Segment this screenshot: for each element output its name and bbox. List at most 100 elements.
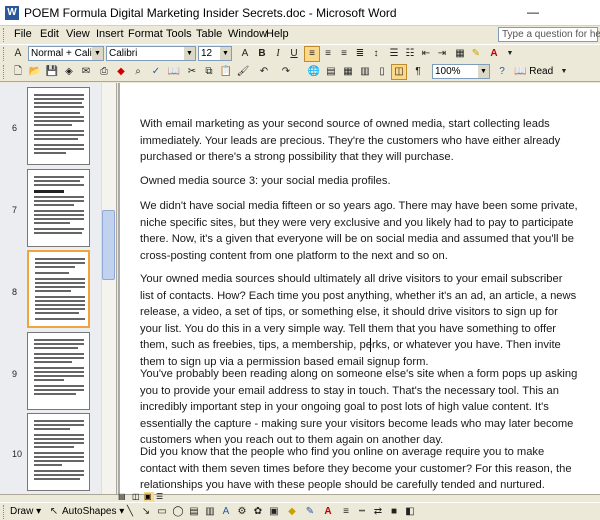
page-thumbnail[interactable]: [27, 169, 90, 247]
increase-font-icon[interactable]: A: [237, 46, 253, 62]
document-area[interactable]: With email marketing as your second sour…: [118, 83, 600, 494]
diagram-icon[interactable]: ⚙: [234, 504, 250, 520]
pdf-icon[interactable]: ◆: [113, 64, 129, 80]
open-folder-icon[interactable]: 📂: [27, 64, 43, 80]
help-icon[interactable]: ?: [494, 64, 510, 80]
decrease-indent-icon[interactable]: ⇤: [418, 46, 434, 62]
italic-button[interactable]: I: [270, 46, 286, 62]
draw-menu-button[interactable]: Draw ▾: [10, 506, 41, 517]
align-center-button[interactable]: ≡: [320, 46, 336, 62]
select-objects-icon[interactable]: ↖: [46, 504, 62, 520]
hyperlink-icon[interactable]: 🌐: [306, 64, 322, 80]
menu-format[interactable]: Format: [128, 28, 163, 40]
line-color-icon[interactable]: ✎: [302, 504, 318, 520]
clip-art-icon[interactable]: ✿: [250, 504, 266, 520]
menu-help[interactable]: Help: [266, 28, 289, 40]
outline-view-icon[interactable]: ☰: [156, 492, 166, 502]
insert-excel-icon[interactable]: ▥: [357, 64, 373, 80]
arrow-style-icon[interactable]: ⇄: [370, 504, 386, 520]
numbering-icon[interactable]: ☰: [386, 46, 402, 62]
zoom-value: 100%: [435, 66, 461, 77]
font-size-dropdown[interactable]: 12 ▼: [198, 46, 232, 61]
normal-view-icon[interactable]: ▤: [118, 492, 128, 502]
print-layout-icon[interactable]: ▣: [144, 492, 154, 502]
page-thumbnail[interactable]: [27, 332, 90, 410]
text-box-icon[interactable]: ▤: [186, 504, 202, 520]
font-color-icon[interactable]: A: [486, 46, 502, 62]
line-style-icon[interactable]: ≡: [338, 504, 354, 520]
save-icon[interactable]: 💾: [44, 64, 60, 80]
bold-button[interactable]: B: [254, 46, 270, 62]
picture-icon[interactable]: ▣: [266, 504, 282, 520]
text-cursor: [370, 338, 371, 352]
style-dropdown[interactable]: Normal + Calibri ▼: [28, 46, 104, 61]
insert-table-icon[interactable]: ▦: [340, 64, 356, 80]
page-thumbnail-selected[interactable]: [27, 250, 90, 328]
copy-icon[interactable]: ⧉: [201, 64, 217, 80]
autoshapes-menu-button[interactable]: AutoShapes ▾: [62, 506, 124, 517]
undo-icon[interactable]: ↶: [256, 64, 272, 80]
cut-icon[interactable]: ✂: [184, 64, 200, 80]
columns-icon[interactable]: ▯: [374, 64, 390, 80]
print-icon[interactable]: ⎙: [96, 64, 112, 80]
align-right-button[interactable]: ≡: [336, 46, 352, 62]
menu-window[interactable]: Window: [228, 28, 267, 40]
mail-icon[interactable]: ✉: [78, 64, 94, 80]
menu-file[interactable]: File: [14, 28, 32, 40]
web-view-icon[interactable]: ◫: [132, 492, 142, 502]
dash-style-icon[interactable]: ┅: [354, 504, 370, 520]
toolbar-options-icon[interactable]: ▼: [502, 46, 518, 62]
justify-button[interactable]: ≣: [352, 46, 368, 62]
borders-icon[interactable]: ▦: [452, 46, 468, 62]
minimize-button[interactable]: —: [523, 2, 543, 22]
toolbar-grip[interactable]: [3, 47, 7, 61]
oval-icon[interactable]: ◯: [170, 504, 186, 520]
zoom-dropdown[interactable]: 100% ▼: [432, 64, 490, 79]
arrow-icon[interactable]: ↘: [138, 504, 154, 520]
vertical-text-box-icon[interactable]: ▥: [202, 504, 218, 520]
toolbar-options-icon[interactable]: ▼: [556, 64, 572, 80]
menu-grip[interactable]: [3, 28, 7, 42]
menu-edit[interactable]: Edit: [40, 28, 59, 40]
underline-button[interactable]: U: [286, 46, 302, 62]
styles-pane-icon[interactable]: Ａ: [10, 46, 26, 62]
rectangle-icon[interactable]: ▭: [154, 504, 170, 520]
format-painter-icon[interactable]: 🖌: [235, 64, 251, 80]
bullets-icon[interactable]: ☷: [402, 46, 418, 62]
research-icon[interactable]: 📖: [166, 64, 182, 80]
increase-indent-icon[interactable]: ⇥: [434, 46, 450, 62]
print-preview-icon[interactable]: ⌕: [130, 64, 146, 80]
menu-insert[interactable]: Insert: [96, 28, 124, 40]
three-d-icon[interactable]: ◧: [402, 504, 418, 520]
document-map-icon[interactable]: ◫: [391, 64, 407, 80]
read-button[interactable]: 📖 Read: [514, 64, 554, 80]
tables-borders-icon[interactable]: ▤: [323, 64, 339, 80]
toolbar-grip[interactable]: [3, 505, 7, 519]
thumbnail-scrollbar[interactable]: [101, 83, 116, 494]
line-spacing-icon[interactable]: ↕: [368, 46, 384, 62]
spelling-icon[interactable]: ✓: [148, 64, 164, 80]
shadow-icon[interactable]: ■: [386, 504, 402, 520]
toolbar-grip[interactable]: [3, 65, 7, 79]
permission-icon[interactable]: ◈: [61, 64, 77, 80]
new-document-icon[interactable]: 🗋: [10, 64, 26, 80]
paste-icon[interactable]: 📋: [218, 64, 234, 80]
wordart-icon[interactable]: A: [218, 504, 234, 520]
align-left-button[interactable]: ≡: [304, 46, 320, 62]
show-hide-icon[interactable]: ¶: [410, 64, 426, 80]
menu-table[interactable]: Table: [196, 28, 222, 40]
page-thumbnail[interactable]: [27, 413, 90, 491]
help-search-input[interactable]: Type a question for help: [498, 27, 600, 42]
font-dropdown[interactable]: Calibri ▼: [106, 46, 196, 61]
redo-icon[interactable]: ↷: [278, 64, 294, 80]
menu-tools[interactable]: Tools: [166, 28, 192, 40]
font-value: Calibri: [109, 48, 138, 59]
fill-color-icon[interactable]: ◆: [284, 504, 300, 520]
highlight-icon[interactable]: ✎: [468, 46, 484, 62]
font-color-icon[interactable]: A: [320, 504, 336, 520]
menu-view[interactable]: View: [66, 28, 90, 40]
thumbnail-scrollbar-thumb[interactable]: [102, 210, 115, 280]
page-number-label: 9: [12, 369, 18, 379]
line-icon[interactable]: ╲: [122, 504, 138, 520]
page-thumbnail[interactable]: [27, 87, 90, 165]
